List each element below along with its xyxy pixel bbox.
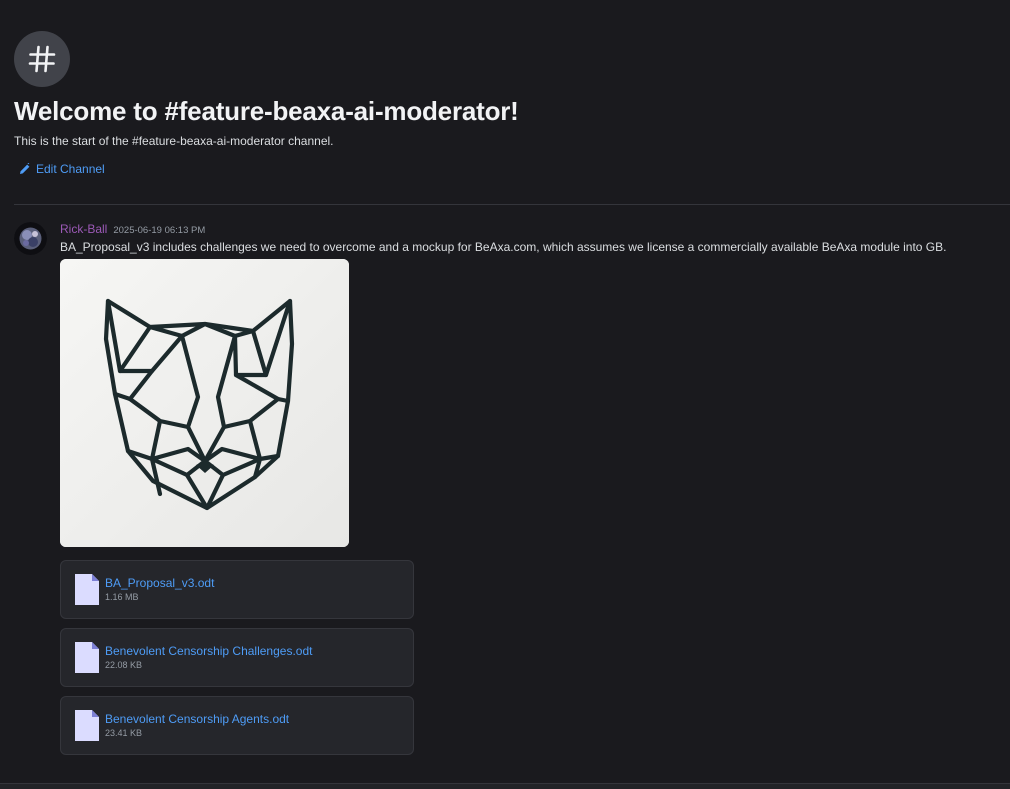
message-text: BA_Proposal_v3 includes challenges we ne… xyxy=(60,240,947,254)
message-header: Rick-Ball 2025-06-19 06:13 PM xyxy=(60,222,205,236)
divider xyxy=(14,204,1010,205)
file-name[interactable]: BA_Proposal_v3.odt xyxy=(105,576,214,590)
file-size: 1.16 MB xyxy=(105,592,139,602)
file-icon xyxy=(75,642,99,673)
file-name[interactable]: Benevolent Censorship Agents.odt xyxy=(105,712,289,726)
file-size: 23.41 KB xyxy=(105,728,143,738)
file-attachment[interactable]: Benevolent Censorship Agents.odt 23.41 K… xyxy=(60,696,414,755)
edit-channel-button[interactable]: Edit Channel xyxy=(19,162,105,176)
message-timestamp: 2025-06-19 06:13 PM xyxy=(113,225,206,236)
file-size: 22.08 KB xyxy=(105,660,143,670)
pencil-icon xyxy=(20,163,30,174)
hash-icon xyxy=(14,31,70,87)
avatar[interactable] xyxy=(14,222,47,255)
chat-view: Welcome to #feature-beaxa-ai-moderator! … xyxy=(0,0,1010,789)
message-composer-edge[interactable] xyxy=(0,783,1010,789)
geometric-cat-image xyxy=(60,259,349,547)
channel-welcome-title: Welcome to #feature-beaxa-ai-moderator! xyxy=(14,96,519,126)
file-name[interactable]: Benevolent Censorship Challenges.odt xyxy=(105,644,312,658)
file-attachment[interactable]: Benevolent Censorship Challenges.odt 22.… xyxy=(60,628,414,687)
file-attachment[interactable]: BA_Proposal_v3.odt 1.16 MB xyxy=(60,560,414,619)
image-attachment[interactable] xyxy=(60,259,349,547)
edit-channel-label: Edit Channel xyxy=(36,162,105,176)
channel-welcome-subtitle: This is the start of the #feature-beaxa-… xyxy=(14,134,334,148)
file-icon xyxy=(75,710,99,741)
message-author[interactable]: Rick-Ball xyxy=(60,222,107,236)
file-icon xyxy=(75,574,99,605)
